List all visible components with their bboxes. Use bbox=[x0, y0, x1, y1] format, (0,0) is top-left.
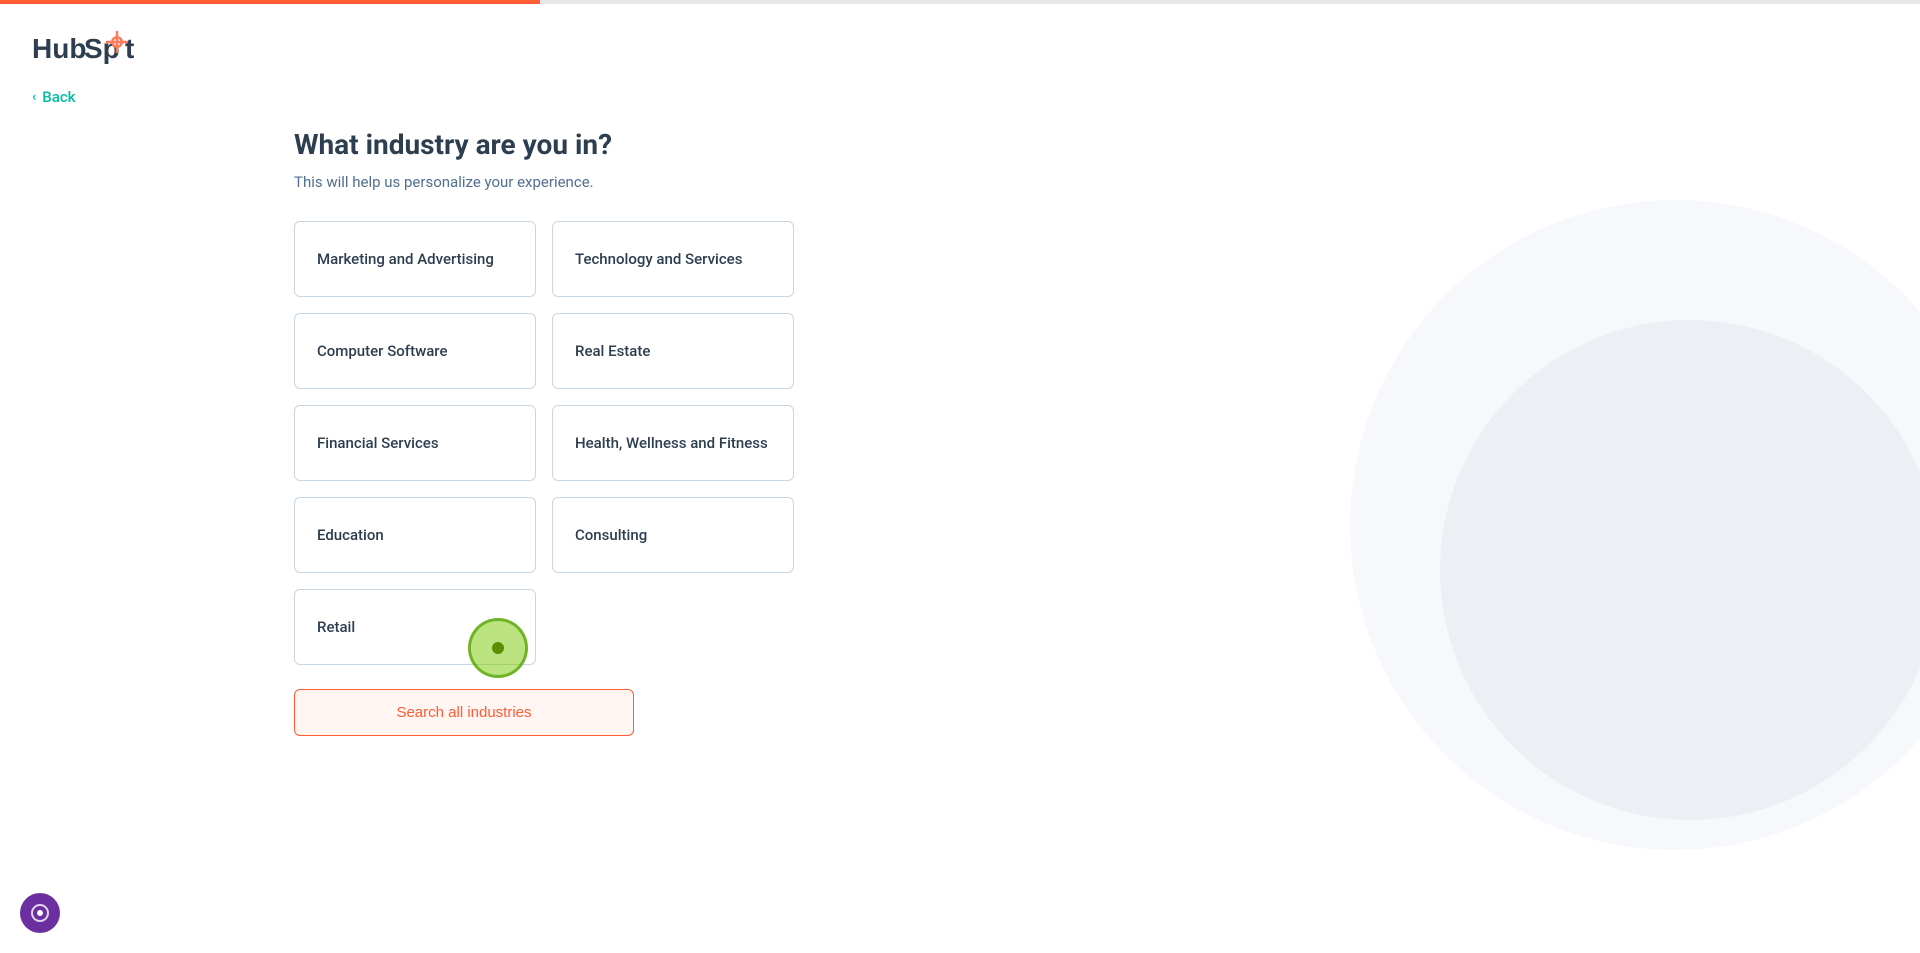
industry-label-consulting: Consulting bbox=[575, 525, 647, 546]
svg-text:t: t bbox=[125, 33, 134, 64]
help-widget-icon bbox=[31, 904, 49, 922]
industry-card-consulting[interactable]: Consulting bbox=[552, 497, 794, 573]
header: Hub Sp t bbox=[32, 20, 172, 70]
industry-label-retail: Retail bbox=[317, 617, 355, 638]
click-indicator bbox=[468, 618, 528, 678]
industry-label-financial: Financial Services bbox=[317, 433, 439, 454]
help-widget-button[interactable] bbox=[20, 893, 60, 933]
page-title: What industry are you in? bbox=[294, 128, 794, 161]
decorative-background bbox=[1300, 200, 1920, 900]
industry-card-education[interactable]: Education bbox=[294, 497, 536, 573]
industry-card-software[interactable]: Computer Software bbox=[294, 313, 536, 389]
logo-svg: Hub Sp t bbox=[32, 20, 172, 70]
decorative-circle-inner bbox=[1440, 320, 1920, 820]
back-chevron-icon: ‹ bbox=[32, 89, 36, 105]
industry-card-marketing[interactable]: Marketing and Advertising bbox=[294, 221, 536, 297]
search-all-industries-button[interactable]: Search all industries bbox=[294, 689, 634, 736]
svg-text:Hub: Hub bbox=[32, 33, 86, 64]
industry-card-technology[interactable]: Technology and Services bbox=[552, 221, 794, 297]
back-button[interactable]: ‹ Back bbox=[32, 88, 76, 106]
decorative-circle-outer bbox=[1350, 200, 1920, 850]
main-content: What industry are you in? This will help… bbox=[294, 128, 794, 736]
progress-bar bbox=[0, 0, 540, 4]
industry-label-technology: Technology and Services bbox=[575, 249, 742, 270]
industry-label-marketing: Marketing and Advertising bbox=[317, 249, 494, 270]
industry-label-real-estate: Real Estate bbox=[575, 341, 650, 362]
industry-label-health: Health, Wellness and Fitness bbox=[575, 433, 768, 454]
industry-grid: Marketing and Advertising Technology and… bbox=[294, 221, 794, 665]
help-widget-dot bbox=[37, 910, 43, 916]
industry-card-health[interactable]: Health, Wellness and Fitness bbox=[552, 405, 794, 481]
industry-label-software: Computer Software bbox=[317, 341, 448, 362]
page-subtitle: This will help us personalize your exper… bbox=[294, 173, 794, 191]
industry-card-real-estate[interactable]: Real Estate bbox=[552, 313, 794, 389]
industry-card-financial[interactable]: Financial Services bbox=[294, 405, 536, 481]
hubspot-logo: Hub Sp t bbox=[32, 20, 172, 70]
industry-label-education: Education bbox=[317, 525, 384, 546]
back-label: Back bbox=[42, 88, 75, 106]
